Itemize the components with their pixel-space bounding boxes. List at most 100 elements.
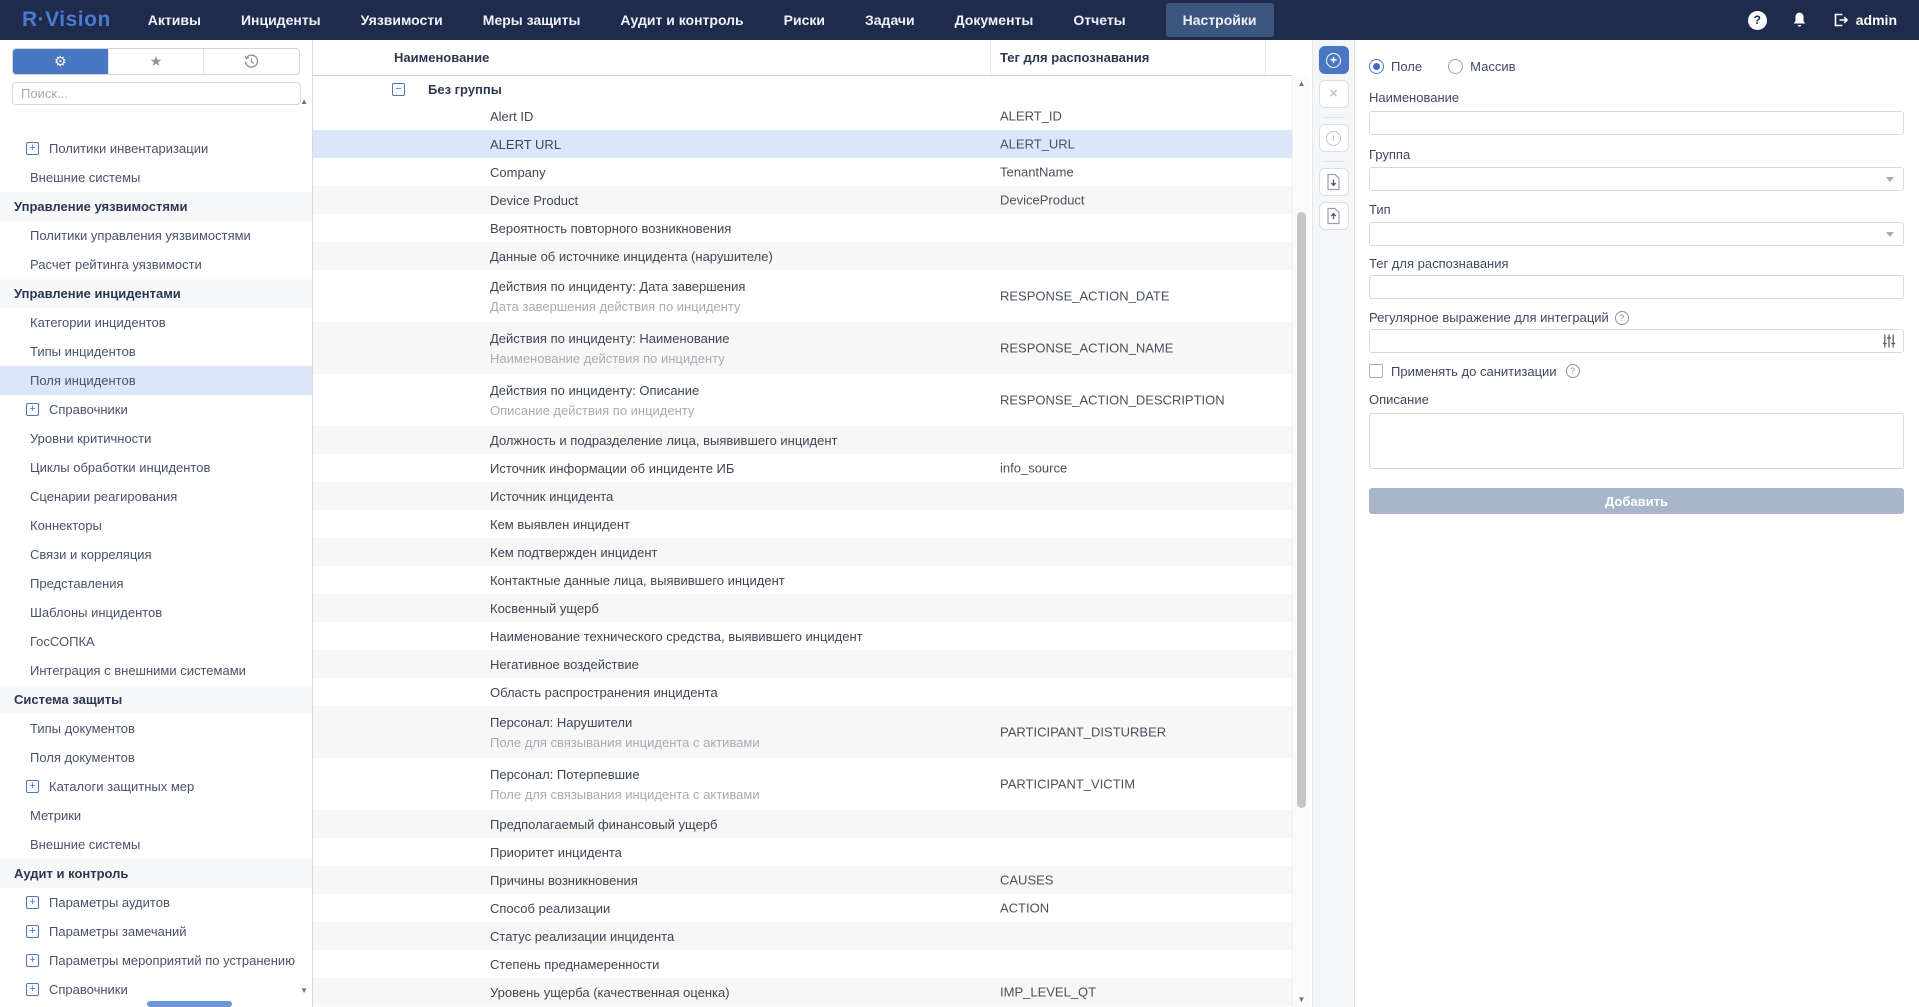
- tab-history[interactable]: [203, 49, 299, 74]
- nav-item-link[interactable]: Аудит и контроль: [620, 3, 743, 37]
- sidebar-item[interactable]: +Каталоги защитных мер: [0, 772, 312, 801]
- table-row[interactable]: Область распространения инцидента: [313, 678, 1292, 706]
- nav-item-link[interactable]: Инциденты: [241, 3, 321, 37]
- scroll-down-icon[interactable]: ▼: [1293, 995, 1310, 1004]
- expand-icon[interactable]: +: [26, 896, 39, 909]
- sidebar-item[interactable]: ГосСОПКА: [0, 627, 312, 656]
- sidebar-item[interactable]: Категории инцидентов: [0, 308, 312, 337]
- sidebar-item[interactable]: Поля документов: [0, 743, 312, 772]
- table-row[interactable]: Статус реализации инцидента: [313, 922, 1292, 950]
- expand-icon[interactable]: +: [26, 983, 39, 996]
- table-row[interactable]: Должность и подразделение лица, выявивше…: [313, 426, 1292, 454]
- export-button[interactable]: [1319, 202, 1349, 230]
- sidebar-item[interactable]: +Справочники: [0, 395, 312, 424]
- sidebar-item[interactable]: Связи и корреляция: [0, 540, 312, 569]
- table-row[interactable]: Вероятность повторного возникновения: [313, 214, 1292, 242]
- sidebar-item[interactable]: +Справочники: [0, 975, 312, 1004]
- delete-field-button[interactable]: ×: [1319, 80, 1349, 108]
- table-row[interactable]: Источник инцидента: [313, 482, 1292, 510]
- nav-item-link[interactable]: Активы: [148, 3, 201, 37]
- table-row[interactable]: Причины возникновенияCAUSES: [313, 866, 1292, 894]
- scroll-up-icon[interactable]: ▲: [1293, 79, 1310, 88]
- sidebar-item[interactable]: Поля инцидентов: [0, 366, 312, 395]
- notifications-bell-icon[interactable]: [1791, 11, 1808, 29]
- sidebar-scroll-up-icon[interactable]: ▲: [300, 97, 308, 106]
- column-header-tag[interactable]: Тег для распознавания: [1000, 40, 1149, 76]
- expand-icon[interactable]: +: [26, 925, 39, 938]
- sidebar-item[interactable]: Расчет рейтинга уязвимости: [0, 250, 312, 279]
- help-tooltip-icon[interactable]: ?: [1566, 364, 1580, 378]
- table-row[interactable]: Наименование технического средства, выяв…: [313, 622, 1292, 650]
- table-row[interactable]: Device ProductDeviceProduct: [313, 186, 1292, 214]
- sidebar-item[interactable]: Сценарии реагирования: [0, 482, 312, 511]
- expand-icon[interactable]: +: [26, 954, 39, 967]
- nav-item-link[interactable]: Задачи: [865, 3, 915, 37]
- table-row[interactable]: Способ реализацииACTION: [313, 894, 1292, 922]
- expand-icon[interactable]: +: [26, 142, 39, 155]
- sidebar-item[interactable]: +Параметры замечаний: [0, 917, 312, 946]
- sidebar-item[interactable]: Циклы обработки инцидентов: [0, 453, 312, 482]
- table-row[interactable]: Персонал: ПотерпевшиеПоле для связывания…: [313, 758, 1292, 810]
- table-row[interactable]: Данные об источнике инцидента (нарушител…: [313, 242, 1292, 270]
- tab-settings[interactable]: ⚙: [13, 49, 108, 74]
- nav-item-link[interactable]: Отчеты: [1073, 3, 1125, 37]
- info-button[interactable]: i: [1319, 124, 1349, 152]
- table-row[interactable]: Персонал: НарушителиПоле для связывания …: [313, 706, 1292, 758]
- sidebar-item[interactable]: Метрики: [0, 801, 312, 830]
- nav-item-link[interactable]: Уязвимости: [361, 3, 443, 37]
- sidebar-item[interactable]: +Параметры аудитов: [0, 888, 312, 917]
- table-scrollbar[interactable]: ▲ ▼: [1292, 76, 1310, 1007]
- nav-item-active[interactable]: Настройки: [1166, 3, 1274, 37]
- nav-item-link[interactable]: Документы: [955, 3, 1034, 37]
- nav-item-link[interactable]: Риски: [784, 3, 825, 37]
- table-row[interactable]: Степень преднамеренности: [313, 950, 1292, 978]
- table-group-row[interactable]: − Без группы: [313, 76, 1292, 102]
- sidebar-item[interactable]: +Политики инвентаризации: [0, 134, 312, 163]
- tag-input[interactable]: [1369, 275, 1904, 299]
- sanitize-checkbox-row[interactable]: Применять до санитизации ?: [1369, 363, 1904, 379]
- table-row[interactable]: Предполагаемый финансовый ущерб: [313, 810, 1292, 838]
- sidebar-item[interactable]: +Параметры мероприятий по устранению: [0, 946, 312, 975]
- table-row[interactable]: Действия по инциденту: НаименованиеНаиме…: [313, 322, 1292, 374]
- table-row[interactable]: Приоритет инцидента: [313, 838, 1292, 866]
- table-scrollbar-thumb[interactable]: [1297, 212, 1306, 808]
- description-textarea[interactable]: [1369, 413, 1904, 469]
- table-row[interactable]: Действия по инциденту: Дата завершенияДа…: [313, 270, 1292, 322]
- sidebar-item[interactable]: Уровни критичности: [0, 424, 312, 453]
- help-icon[interactable]: ?: [1748, 11, 1767, 30]
- import-button[interactable]: [1319, 168, 1349, 196]
- regex-builder-icon[interactable]: [1882, 334, 1896, 348]
- sidebar-item[interactable]: Внешние системы: [0, 163, 312, 192]
- add-field-button[interactable]: +: [1319, 46, 1349, 74]
- regex-input[interactable]: [1369, 329, 1904, 353]
- sidebar-item[interactable]: Шаблоны инцидентов: [0, 598, 312, 627]
- table-row[interactable]: Негативное воздействие: [313, 650, 1292, 678]
- table-row[interactable]: Действия по инциденту: ОписаниеОписание …: [313, 374, 1292, 426]
- sidebar-item[interactable]: Внешние системы: [0, 830, 312, 859]
- group-select[interactable]: [1369, 167, 1904, 191]
- radio-array[interactable]: Массив: [1448, 59, 1515, 74]
- table-row[interactable]: Alert IDALERT_ID: [313, 102, 1292, 130]
- sidebar-search-input[interactable]: [12, 82, 301, 105]
- table-row[interactable]: Уровень ущерба (качественная оценка)IMP_…: [313, 978, 1292, 1006]
- radio-field[interactable]: Поле: [1369, 59, 1422, 74]
- help-tooltip-icon[interactable]: ?: [1615, 311, 1629, 325]
- sidebar-hscrollbar-thumb[interactable]: [147, 1001, 232, 1007]
- table-row[interactable]: CompanyTenantName: [313, 158, 1292, 186]
- table-row[interactable]: Кем подтвержден инцидент: [313, 538, 1292, 566]
- table-row[interactable]: Кем выявлен инцидент: [313, 510, 1292, 538]
- sidebar-item[interactable]: Политики управления уязвимостями: [0, 221, 312, 250]
- type-select[interactable]: [1369, 222, 1904, 246]
- sidebar-item[interactable]: Типы инцидентов: [0, 337, 312, 366]
- sidebar-item[interactable]: Представления: [0, 569, 312, 598]
- expand-icon[interactable]: +: [26, 403, 39, 416]
- name-input[interactable]: [1369, 111, 1904, 135]
- table-row[interactable]: ALERT URLALERT_URL: [313, 130, 1292, 158]
- checkbox-unchecked-icon[interactable]: [1369, 364, 1383, 378]
- sidebar-scroll-down-icon[interactable]: ▼: [300, 986, 308, 995]
- add-submit-button[interactable]: Добавить: [1369, 488, 1904, 514]
- sidebar-item[interactable]: Интеграция с внешними системами: [0, 656, 312, 685]
- expand-icon[interactable]: +: [26, 780, 39, 793]
- nav-item-link[interactable]: Меры защиты: [483, 3, 581, 37]
- sidebar-item[interactable]: Коннекторы: [0, 511, 312, 540]
